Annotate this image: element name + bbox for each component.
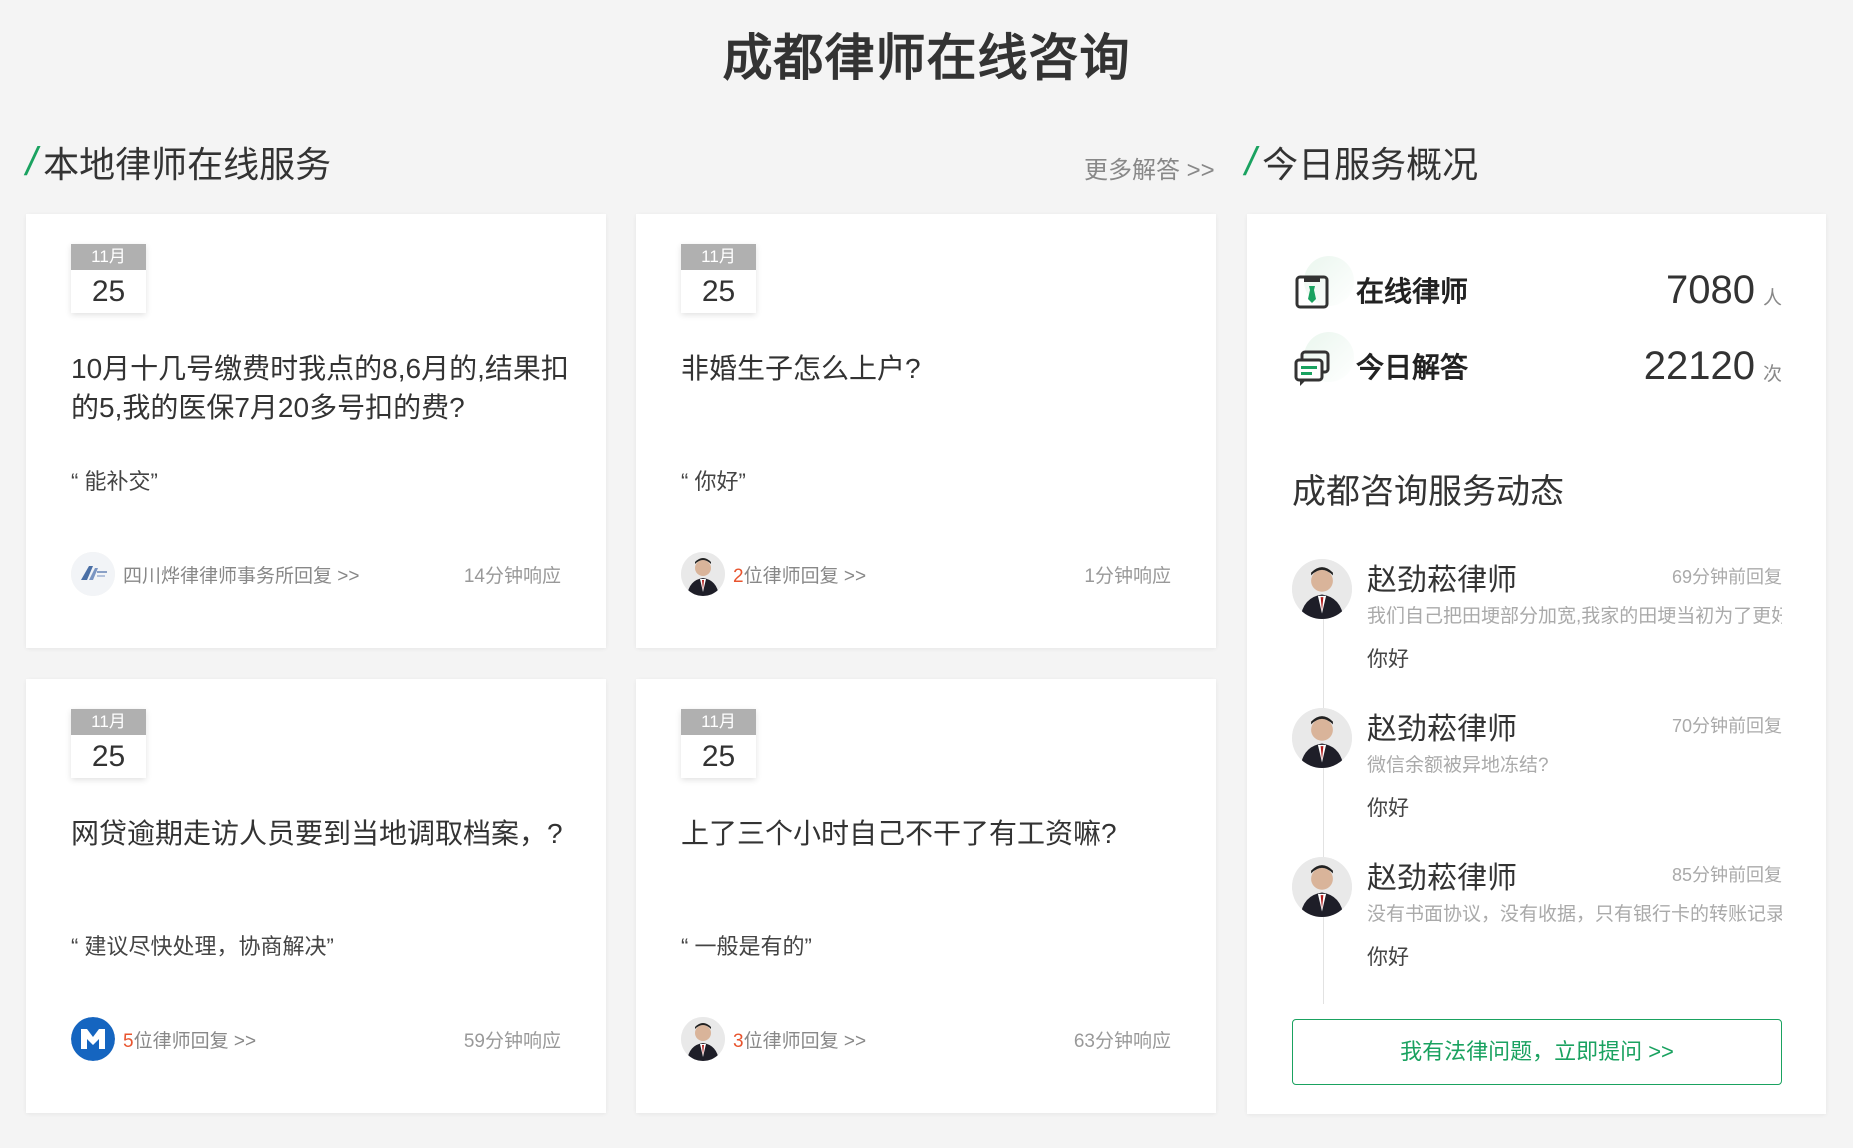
stat-value: 22120 bbox=[1643, 343, 1755, 388]
stat-label: 今日解答 bbox=[1356, 352, 1469, 383]
feed-item[interactable]: 赵劲菘律师 69分钟前回复 我们自己把田埂部分加宽,我家的田埂当初为了更好 你好 bbox=[1292, 559, 1782, 699]
firm-logo-icon bbox=[71, 552, 115, 596]
answer-snippet: “ 建议尽快处理，协商解决” bbox=[71, 934, 334, 959]
date-day: 25 bbox=[701, 740, 736, 773]
lawyer-name[interactable]: 赵劲菘律师 bbox=[1367, 555, 1517, 599]
answer-snippet: “ 一般是有的” bbox=[681, 934, 812, 959]
stat-online-lawyers: 在线律师 7080 人 bbox=[1292, 256, 1782, 320]
heading-slash: / bbox=[1245, 139, 1257, 184]
date-month: 11月 bbox=[71, 709, 146, 735]
lawyer-avatar-icon bbox=[681, 1017, 725, 1061]
reply-count: 2 bbox=[733, 565, 744, 587]
response-time: 59分钟响应 bbox=[463, 1030, 561, 1052]
question-text[interactable]: 非婚生子怎么上户? bbox=[681, 349, 1181, 388]
feed-question[interactable]: 我们自己把田埂部分加宽,我家的田埂当初为了更好 bbox=[1367, 601, 1782, 628]
lawyer-avatar-icon bbox=[1292, 559, 1352, 619]
reply-link[interactable]: 2位律师回复 >> bbox=[733, 561, 866, 588]
card-footer: 5位律师回复 >> 59分钟响应 bbox=[71, 1017, 561, 1061]
date-badge: 11月 25 bbox=[71, 709, 146, 778]
reply-label: 位律师回复 >> bbox=[743, 565, 867, 587]
reply-link[interactable]: 四川烨律律师事务所回复 >> bbox=[123, 561, 359, 588]
question-text[interactable]: 网贷逾期走访人员要到当地调取档案，? bbox=[71, 814, 571, 853]
lawyer-name[interactable]: 赵劲菘律师 bbox=[1367, 853, 1517, 897]
feed-question[interactable]: 没有书面协议，没有收据，只有银行卡的转账记录， bbox=[1367, 899, 1782, 926]
card-footer: 2位律师回复 >> 1分钟响应 bbox=[681, 552, 1171, 596]
response-time: 63分钟响应 bbox=[1073, 1030, 1171, 1052]
reply-link[interactable]: 5位律师回复 >> bbox=[123, 1026, 256, 1053]
stat-today-answers: 今日解答 22120 次 bbox=[1292, 332, 1782, 396]
reply-time: 85分钟前回复 bbox=[1671, 865, 1782, 885]
lawyer-badge-icon bbox=[1292, 256, 1354, 318]
date-month: 11月 bbox=[681, 244, 756, 270]
local-service-heading: / 本地律师在线服务 bbox=[26, 137, 331, 187]
question-card[interactable]: 11月 25 网贷逾期走访人员要到当地调取档案，? “ 建议尽快处理，协商解决”… bbox=[26, 679, 606, 1113]
reply-label: 四川烨律律师事务所回复 >> bbox=[123, 565, 360, 587]
overview-title: 今日服务概况 bbox=[1262, 144, 1479, 185]
reply-time: 69分钟前回复 bbox=[1671, 567, 1782, 587]
lawyer-avatar-icon bbox=[1292, 708, 1352, 768]
question-card[interactable]: 11月 25 10月十几号缴费时我点的8,6月的,结果扣的5,我的医保7月20多… bbox=[26, 214, 606, 648]
date-badge: 11月 25 bbox=[71, 244, 146, 313]
date-badge: 11月 25 bbox=[681, 709, 756, 778]
feed-reply: 你好 bbox=[1367, 648, 1409, 671]
chat-bubbles-icon bbox=[1292, 332, 1354, 394]
heading-slash: / bbox=[26, 139, 38, 184]
firm-logo-blue-icon bbox=[71, 1017, 115, 1061]
feed-reply: 你好 bbox=[1367, 946, 1409, 969]
overview-panel: 在线律师 7080 人 今日解答 22120 次 成都咨询服务动态 赵劲菘律师 … bbox=[1247, 214, 1826, 1114]
overview-heading: / 今日服务概况 bbox=[1245, 137, 1478, 187]
answer-snippet: “ 能补交” bbox=[71, 469, 158, 494]
date-day: 25 bbox=[701, 275, 736, 308]
date-badge: 11月 25 bbox=[681, 244, 756, 313]
question-card[interactable]: 11月 25 非婚生子怎么上户? “ 你好” 2位律师回复 >> 1分钟响应 bbox=[636, 214, 1216, 648]
question-text[interactable]: 上了三个小时自己不干了有工资嘛? bbox=[681, 814, 1181, 853]
response-time: 1分钟响应 bbox=[1084, 565, 1171, 587]
local-service-title: 本地律师在线服务 bbox=[43, 144, 332, 185]
feed-question[interactable]: 微信余额被异地冻结? bbox=[1367, 750, 1782, 777]
answer-snippet: “ 你好” bbox=[681, 469, 746, 494]
more-answers-link[interactable]: 更多解答 >> bbox=[1084, 150, 1215, 185]
reply-count: 3 bbox=[733, 1030, 744, 1052]
stat-label: 在线律师 bbox=[1356, 276, 1469, 307]
feed-item[interactable]: 赵劲菘律师 70分钟前回复 微信余额被异地冻结? 你好 bbox=[1292, 708, 1782, 848]
date-day: 25 bbox=[91, 275, 126, 308]
date-month: 11月 bbox=[681, 709, 756, 735]
stat-unit: 人 bbox=[1762, 288, 1782, 309]
reply-label: 位律师回复 >> bbox=[133, 1030, 257, 1052]
feed-title: 成都咨询服务动态 bbox=[1292, 473, 1564, 511]
page-title: 成都律师在线咨询 bbox=[722, 30, 1131, 86]
reply-link[interactable]: 3位律师回复 >> bbox=[733, 1026, 866, 1053]
ask-question-button[interactable]: 我有法律问题，立即提问 >> bbox=[1292, 1019, 1782, 1085]
lawyer-avatar-icon bbox=[1292, 857, 1352, 917]
reply-time: 70分钟前回复 bbox=[1671, 716, 1782, 736]
stat-value: 7080 bbox=[1666, 267, 1755, 312]
lawyer-avatar-icon bbox=[681, 552, 725, 596]
reply-count: 5 bbox=[123, 1030, 134, 1052]
feed-item[interactable]: 赵劲菘律师 85分钟前回复 没有书面协议，没有收据，只有银行卡的转账记录， 你好 bbox=[1292, 857, 1782, 997]
date-month: 11月 bbox=[71, 244, 146, 270]
date-day: 25 bbox=[91, 740, 126, 773]
feed-reply: 你好 bbox=[1367, 797, 1409, 820]
reply-label: 位律师回复 >> bbox=[743, 1030, 867, 1052]
response-time: 14分钟响应 bbox=[463, 565, 561, 587]
question-card[interactable]: 11月 25 上了三个小时自己不干了有工资嘛? “ 一般是有的” 3位律师回复 … bbox=[636, 679, 1216, 1113]
question-text[interactable]: 10月十几号缴费时我点的8,6月的,结果扣的5,我的医保7月20多号扣的费? bbox=[71, 349, 571, 427]
card-footer: 四川烨律律师事务所回复 >> 14分钟响应 bbox=[71, 552, 561, 596]
stat-unit: 次 bbox=[1762, 364, 1782, 385]
card-footer: 3位律师回复 >> 63分钟响应 bbox=[681, 1017, 1171, 1061]
lawyer-name[interactable]: 赵劲菘律师 bbox=[1367, 704, 1517, 748]
